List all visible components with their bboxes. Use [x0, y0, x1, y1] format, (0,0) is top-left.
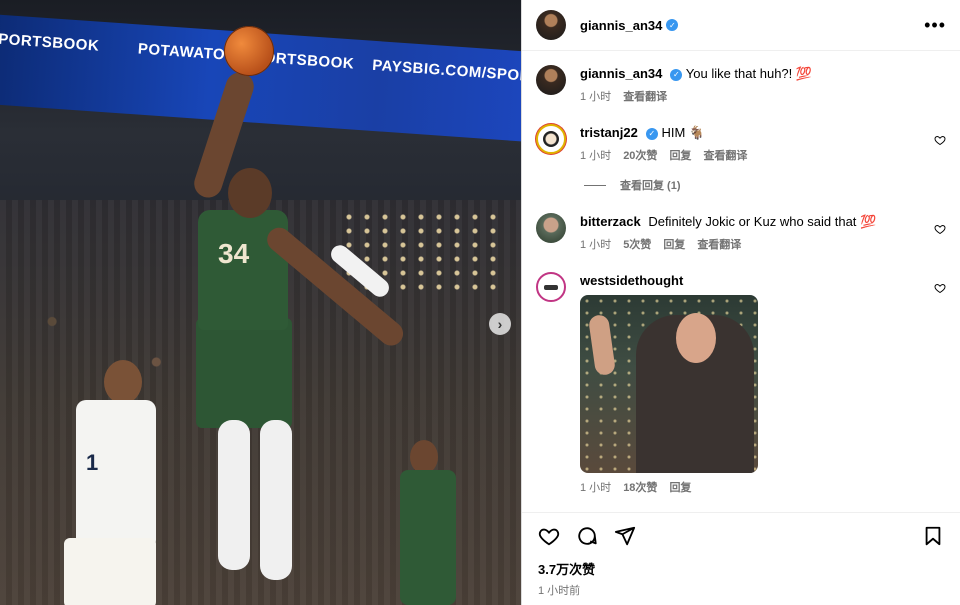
player-head: [228, 168, 272, 218]
share-icon[interactable]: [614, 525, 636, 547]
caption: giannis_an34 ✓ You like that huh?! 💯 1 小时…: [536, 65, 946, 104]
caption-text: You like that huh?! 💯: [685, 66, 813, 81]
comment-time: 1 小时: [580, 482, 612, 494]
view-replies-button[interactable]: 查看回复 (1): [584, 177, 946, 193]
comment-panel: giannis_an34 ✓ ••• giannis_an34 ✓ You lik…: [521, 0, 960, 605]
list-item: bitterzack Definitely Jokic or Kuz who s…: [536, 213, 946, 252]
chevron-right-icon: ›: [497, 316, 503, 332]
list-item: tristanj22 ✓ HIM 🐐 1 小时 20次赞 回复 查看翻译: [536, 124, 946, 163]
like-heart-icon[interactable]: [934, 134, 946, 146]
player-shorts: [196, 318, 292, 428]
comment-text: HIM 🐐: [661, 125, 706, 140]
defender-number: 1: [86, 450, 99, 475]
caption-time: 1 小时: [580, 91, 612, 103]
comments-list: giannis_an34 ✓ You like that huh?! 💯 1 小时…: [522, 51, 960, 495]
see-translation-link[interactable]: 查看翻译: [697, 236, 741, 252]
comment-likes[interactable]: 20次赞: [623, 147, 657, 163]
see-translation-link[interactable]: 查看翻译: [703, 147, 747, 163]
comment-username[interactable]: westsidethought: [580, 273, 683, 288]
avatar[interactable]: [536, 272, 566, 302]
avatar[interactable]: [536, 213, 566, 243]
comment-username[interactable]: bitterzack: [580, 214, 641, 229]
more-options-icon[interactable]: •••: [924, 16, 946, 34]
comment-likes[interactable]: 18次赞: [623, 479, 657, 495]
teammate-player: [396, 440, 466, 605]
post-image[interactable]: PORTSBOOK POTAWATOMI SPORTSBOOK PAYSBIG.…: [0, 0, 521, 605]
post-view: PORTSBOOK POTAWATOMI SPORTSBOOK PAYSBIG.…: [0, 0, 960, 605]
reply-button[interactable]: 回复: [669, 479, 691, 495]
verified-icon: ✓: [670, 68, 683, 81]
basketball: [224, 26, 274, 76]
reply-button[interactable]: 回复: [669, 147, 691, 163]
avatar[interactable]: [536, 124, 566, 154]
divider: [584, 184, 606, 186]
post-header: giannis_an34 ✓ •••: [522, 0, 960, 51]
avatar[interactable]: [536, 65, 566, 95]
post-timestamp: 1 小时前: [538, 585, 581, 597]
post-actions: 3.7万次赞 1 小时前: [522, 512, 960, 598]
comment-time: 1 小时: [580, 239, 612, 251]
banner-text-4: PAYSBIG.COM/SPORTSB: [371, 56, 521, 88]
list-item: westsidethought 1 小时 18次赞 回复: [536, 272, 946, 495]
see-translation-link[interactable]: 查看翻译: [623, 88, 667, 104]
comment-icon[interactable]: [576, 525, 598, 547]
caption-username[interactable]: giannis_an34: [580, 66, 662, 81]
comment-text: Definitely Jokic or Kuz who said that 💯: [648, 214, 877, 229]
comment-likes[interactable]: 5次赞: [623, 236, 651, 252]
header-username[interactable]: giannis_an34: [580, 18, 662, 33]
reply-button[interactable]: 回复: [663, 236, 685, 252]
like-heart-icon[interactable]: [934, 282, 946, 294]
verified-icon: ✓: [666, 19, 679, 31]
player-number: 34: [218, 238, 250, 269]
like-heart-icon[interactable]: [934, 223, 946, 235]
bookmark-icon[interactable]: [922, 525, 944, 547]
verified-icon: ✓: [645, 127, 658, 140]
like-heart-icon[interactable]: [538, 525, 560, 547]
comment-username[interactable]: tristanj22: [580, 125, 638, 140]
banner-text-1: PORTSBOOK: [0, 30, 100, 55]
comment-gif[interactable]: [580, 295, 758, 473]
likes-count[interactable]: 3.7万次赞: [538, 559, 944, 578]
comment-time: 1 小时: [580, 150, 612, 162]
next-image-button[interactable]: ›: [489, 313, 511, 335]
avatar[interactable]: [536, 10, 566, 40]
defender-player: 1: [64, 360, 156, 605]
